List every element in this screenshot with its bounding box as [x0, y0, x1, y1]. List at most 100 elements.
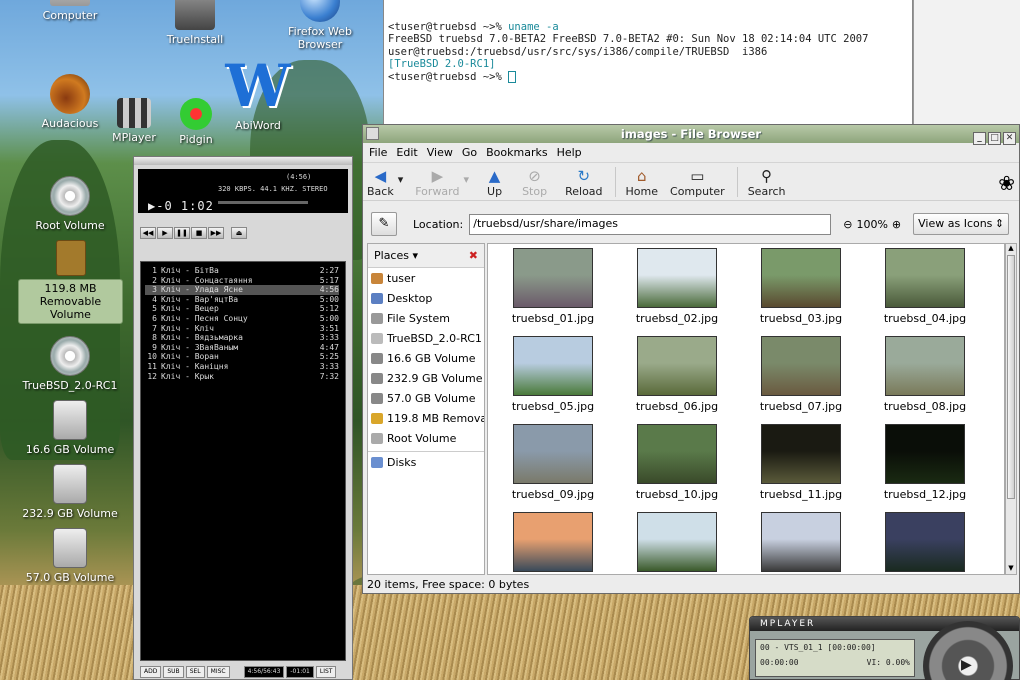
file-item[interactable]: truebsd_11.jpg: [746, 424, 856, 501]
vertical-scrollbar[interactable]: ▲ ▼: [1005, 243, 1017, 575]
pause-button[interactable]: ❚❚: [174, 227, 190, 239]
back-button[interactable]: ◀ Back: [367, 167, 394, 198]
playlist-row[interactable]: 6 Кліч - Песня Сонцу 5:00: [145, 314, 339, 324]
menu-view[interactable]: View: [427, 146, 453, 159]
desktop-icon-removable-volume[interactable]: 119.8 MB Removable Volume: [18, 240, 123, 324]
sidebar-item-place[interactable]: 16.6 GB Volume: [368, 348, 484, 368]
home-button[interactable]: ⌂ Home: [626, 167, 658, 198]
sidebar-item-place[interactable]: tuser: [368, 268, 484, 288]
desktop-icon-root-volume[interactable]: Root Volume: [20, 176, 120, 232]
file-item[interactable]: [498, 512, 608, 574]
desktop-icon-trueinstall[interactable]: TrueInstall: [145, 0, 245, 46]
play-icon[interactable]: ▶: [961, 657, 972, 673]
background-window[interactable]: [913, 0, 1020, 126]
playlist-row[interactable]: 1 Кліч - БітВа 2:27: [145, 266, 339, 276]
playlist-row[interactable]: 9 Кліч - ЗВаяВаным 4:47: [145, 343, 339, 353]
previous-button[interactable]: ◀◀: [140, 227, 156, 239]
file-item[interactable]: truebsd_10.jpg: [622, 424, 732, 501]
playlist-sel-button[interactable]: SEL: [185, 666, 205, 678]
mplayer-window[interactable]: MPLAYER 00 - VTS_01_1 [00:00:00] 00:00:0…: [749, 616, 1020, 680]
desktop-icon-firefox[interactable]: Firefox Web Browser: [268, 0, 372, 51]
playlist-row[interactable]: 11 Кліч - Каніцня 3:33: [145, 362, 339, 372]
playlist-row[interactable]: 4 Кліч - Вар'яцтВа 5:00: [145, 295, 339, 305]
playlist-add-button[interactable]: ADD: [140, 666, 162, 678]
file-item[interactable]: truebsd_05.jpg: [498, 336, 608, 413]
playlist-row[interactable]: 3 Кліч - Улада Ясне 4:56: [145, 285, 339, 295]
sidebar-item-place[interactable]: Root Volume: [368, 428, 484, 448]
playlist-row[interactable]: 10 Кліч - Воран 5:25: [145, 352, 339, 362]
file-item[interactable]: truebsd_03.jpg: [746, 248, 856, 325]
zoom-in-icon[interactable]: ⊕: [892, 218, 901, 231]
window-titlebar[interactable]: images - File Browser _ □ ✕: [363, 125, 1019, 145]
location-input[interactable]: /truebsd/usr/share/images: [469, 213, 832, 235]
menu-file[interactable]: File: [369, 146, 387, 159]
desktop-icon-abiword[interactable]: W AbiWord: [208, 56, 308, 132]
file-item[interactable]: truebsd_12.jpg: [870, 424, 980, 501]
file-item[interactable]: truebsd_02.jpg: [622, 248, 732, 325]
sidebar-item-place[interactable]: 57.0 GB Volume: [368, 388, 484, 408]
file-item[interactable]: truebsd_04.jpg: [870, 248, 980, 325]
menu-edit[interactable]: Edit: [396, 146, 417, 159]
zoom-level[interactable]: 100%: [856, 218, 887, 231]
file-item[interactable]: truebsd_06.jpg: [622, 336, 732, 413]
file-item[interactable]: [746, 512, 856, 574]
up-button[interactable]: ▲ Up: [487, 167, 502, 198]
play-button[interactable]: ▶: [157, 227, 173, 239]
close-sidebar-icon[interactable]: ✖: [469, 249, 478, 262]
sidebar-item-place[interactable]: 119.8 MB Removable Volume: [368, 408, 484, 428]
playlist-row[interactable]: 5 Кліч - Вецер 5:12: [145, 304, 339, 314]
file-item[interactable]: [622, 512, 732, 574]
toggle-location-button[interactable]: ✎: [371, 212, 397, 236]
playlist-row[interactable]: 2 Кліч - Сонцастаяння 5:17: [145, 276, 339, 286]
playlist-list-button[interactable]: LIST: [315, 666, 337, 678]
playlist-row[interactable]: 12 Кліч - Крык 7:32: [145, 372, 339, 382]
seek-bar[interactable]: [218, 201, 308, 204]
close-icon[interactable]: ✕: [1003, 132, 1016, 145]
file-item[interactable]: truebsd_07.jpg: [746, 336, 856, 413]
desktop-icon-computer[interactable]: Computer: [20, 0, 120, 22]
desktop-icon-volume-232[interactable]: 232.9 GB Volume: [20, 464, 120, 520]
file-browser-window[interactable]: images - File Browser _ □ ✕ File Edit View…: [362, 124, 1020, 594]
stop-button[interactable]: ⊘ Stop: [522, 167, 547, 198]
zoom-out-icon[interactable]: ⊖: [843, 218, 852, 231]
forward-history-dropdown[interactable]: ▾: [464, 167, 470, 186]
stop-button[interactable]: ■: [191, 227, 207, 239]
icon-view[interactable]: truebsd_01.jpg truebsd_02.jpg truebsd_03.j…: [487, 243, 1005, 575]
desktop-icon-volume-57[interactable]: 57.0 GB Volume: [20, 528, 120, 584]
sidebar-item-place[interactable]: TrueBSD_2.0-RC1: [368, 328, 484, 348]
scroll-up-arrow[interactable]: ▲: [1006, 244, 1016, 254]
playlist-row[interactable]: 7 Кліч - Кліч 3:51: [145, 324, 339, 334]
file-item[interactable]: truebsd_09.jpg: [498, 424, 608, 501]
desktop-icon-truebsd-dvd[interactable]: TrueBSD_2.0-RC1: [20, 336, 120, 392]
search-button[interactable]: ⚲ Search: [748, 167, 786, 198]
sidebar-item-place[interactable]: 232.9 GB Volume: [368, 368, 484, 388]
audacious-titlebar[interactable]: [134, 157, 352, 165]
playlist[interactable]: 1 Кліч - БітВа 2:27 2 Кліч - Сонцастаяння 5:1…: [140, 261, 346, 661]
desktop-icon-volume-16[interactable]: 16.6 GB Volume: [20, 400, 120, 456]
back-history-dropdown[interactable]: ▾: [398, 167, 404, 186]
file-item[interactable]: truebsd_01.jpg: [498, 248, 608, 325]
playlist-sub-button[interactable]: SUB: [163, 666, 184, 678]
menu-go[interactable]: Go: [462, 146, 477, 159]
menu-help[interactable]: Help: [557, 146, 582, 159]
playlist-row[interactable]: 8 Кліч - Вядзьмарка 3:33: [145, 333, 339, 343]
audacious-player[interactable]: (4:56) 320 KBPS. 44.1 KHZ. STEREO ▶-0 1:…: [133, 156, 353, 680]
maximize-icon[interactable]: □: [988, 132, 1001, 145]
terminal-window[interactable]: <tuser@truebsd ~>% uname -a FreeBSD true…: [383, 0, 913, 126]
file-item[interactable]: truebsd_08.jpg: [870, 336, 980, 413]
view-mode-select[interactable]: View as Icons ⇕: [913, 213, 1010, 235]
file-item[interactable]: [870, 512, 980, 574]
sidebar-item-disks[interactable]: Disks: [368, 452, 484, 472]
menu-bookmarks[interactable]: Bookmarks: [486, 146, 547, 159]
scroll-thumb[interactable]: [1007, 255, 1015, 499]
sidebar-item-place[interactable]: Desktop: [368, 288, 484, 308]
reload-button[interactable]: ↻ Reload: [565, 167, 602, 198]
eject-button[interactable]: ⏏: [231, 227, 247, 239]
scroll-down-arrow[interactable]: ▼: [1006, 564, 1016, 574]
sidebar-item-place[interactable]: File System: [368, 308, 484, 328]
playlist-misc-button[interactable]: MISC: [206, 666, 230, 678]
next-button[interactable]: ▶▶: [208, 227, 224, 239]
minimize-icon[interactable]: _: [973, 132, 986, 145]
computer-button[interactable]: ▭ Computer: [670, 167, 725, 198]
forward-button[interactable]: ▶ Forward: [415, 167, 459, 198]
